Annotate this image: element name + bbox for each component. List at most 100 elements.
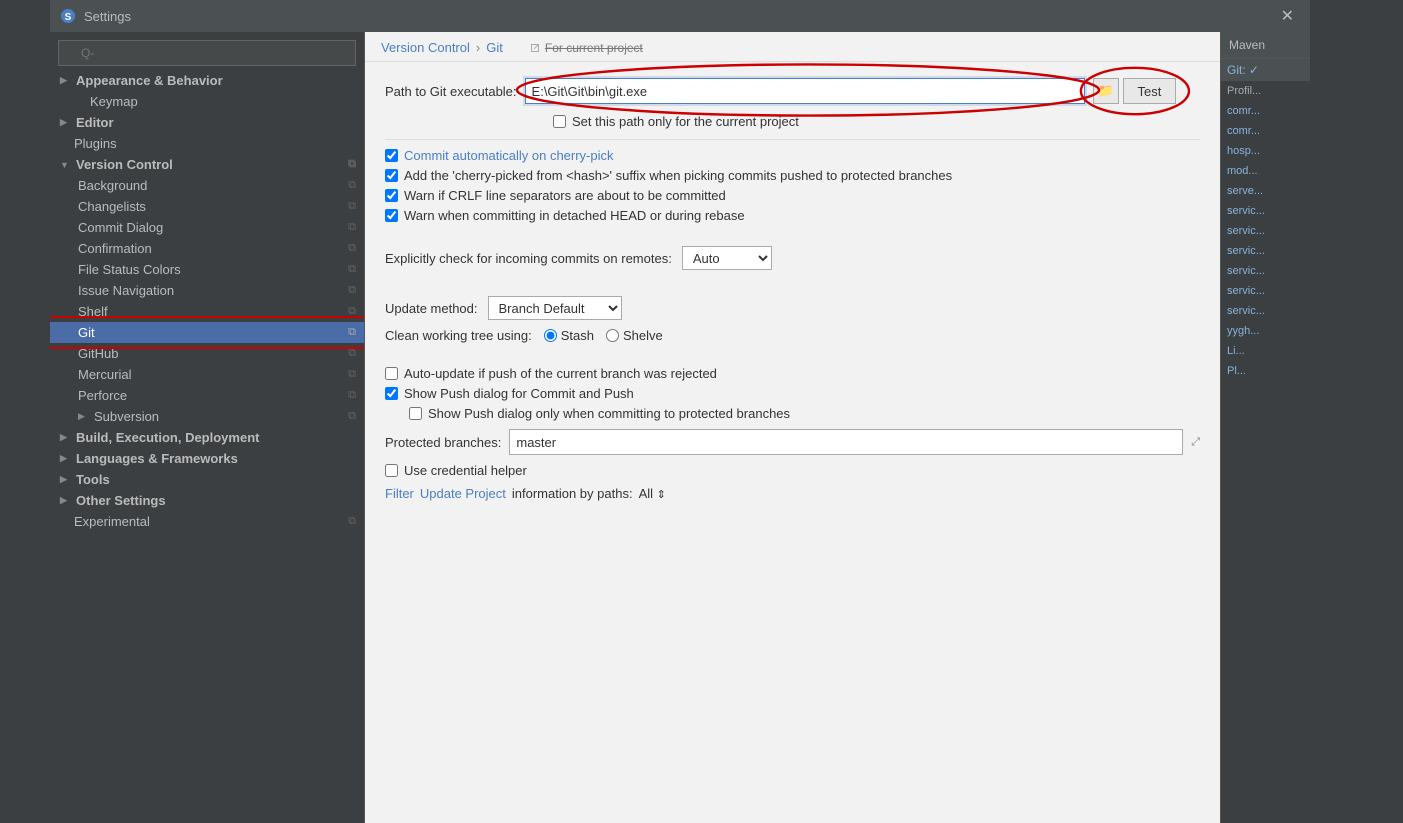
maven-item-li[interactable]: Li... [1221,341,1310,361]
dialog-body: 🔍 ▶ Appearance & Behavior ▶ Keymap ▶ Edi… [50,32,1310,823]
cherry-pick-checkbox[interactable] [385,149,398,162]
sidebar-item-editor[interactable]: ▶ Editor [50,112,364,133]
maven-item-servi4[interactable]: servic... [1221,261,1310,281]
sidebar-item-experimental[interactable]: Experimental ⧉ [50,511,364,532]
expand-arrow: ▶ [60,474,74,485]
sidebar-item-version-control[interactable]: ▼ Version Control ⧉ [50,154,364,175]
filter-link[interactable]: Filter [385,486,414,501]
maven-item-servi6[interactable]: servic... [1221,301,1310,321]
path-input[interactable] [525,78,1085,104]
stash-radio-label: Stash [544,328,594,343]
sidebar-item-label: Tools [76,472,110,487]
breadcrumb-parent[interactable]: Version Control [381,40,470,55]
copy-icon: ⧉ [348,368,356,381]
checkbox-group-3: Use credential helper [385,463,1200,478]
expand-arrow: ▶ [60,453,74,464]
settings-icon: S [60,8,76,24]
sidebar-item-label: Plugins [74,136,117,151]
copy-icon: ⧉ [348,179,356,192]
clean-working-tree-label: Clean working tree using: [385,328,532,343]
sidebar-item-label: File Status Colors [78,262,181,277]
update-method-select[interactable]: Branch Default Merge Rebase [488,296,622,320]
maven-item-serve[interactable]: serve... [1221,181,1310,201]
show-push-protected-checkbox[interactable] [409,407,422,420]
maven-title: Maven [1229,38,1265,52]
link-label: For current project [545,41,643,55]
auto-update-checkbox[interactable] [385,367,398,380]
maven-item-hosp[interactable]: hosp... [1221,141,1310,161]
filter-chevron[interactable]: ⇕ [657,489,666,501]
show-push-protected-row: Show Push dialog only when committing to… [409,406,1200,421]
link-icon [529,42,541,54]
git-status-label: Git: ✓ [1221,59,1310,81]
maven-item-comr2[interactable]: comr... [1221,121,1310,141]
maven-item-servi3[interactable]: servic... [1221,241,1310,261]
sidebar-item-keymap[interactable]: ▶ Keymap [50,91,364,112]
copy-icon: ⧉ [348,389,356,402]
sidebar-item-commit-dialog[interactable]: Commit Dialog ⧉ [50,217,364,238]
maven-item-yygh[interactable]: yygh... [1221,321,1310,341]
credential-helper-checkbox[interactable] [385,464,398,477]
set-path-checkbox[interactable] [553,115,566,128]
protected-branches-row: Protected branches: ⤢ [385,429,1200,455]
close-button[interactable]: ✕ [1275,4,1300,28]
sidebar-item-appearance-behavior[interactable]: ▶ Appearance & Behavior [50,70,364,91]
sidebar-item-label: GitHub [78,346,118,361]
update-method-row: Update method: Branch Default Merge Reba… [385,296,1200,320]
sidebar-item-label: Git [78,325,95,340]
expand-input-icon[interactable]: ⤢ [1191,436,1200,449]
sidebar-item-subversion[interactable]: ▶ Subversion ⧉ [50,406,364,427]
sidebar-item-plugins[interactable]: Plugins [50,133,364,154]
shelve-radio[interactable] [606,329,619,342]
spacer2 [385,278,1200,288]
filter-value: All ⇕ [639,486,666,501]
maven-item-pl[interactable]: Pl... [1221,361,1310,381]
sidebar-item-issue-navigation[interactable]: Issue Navigation ⧉ [50,280,364,301]
detached-head-label: Warn when committing in detached HEAD or… [404,208,745,223]
sidebar-item-file-status-colors[interactable]: File Status Colors ⧉ [50,259,364,280]
maven-item-comr1[interactable]: comr... [1221,101,1310,121]
credential-helper-label: Use credential helper [404,463,527,478]
sidebar-item-tools[interactable]: ▶ Tools [50,469,364,490]
path-label: Path to Git executable: [385,84,517,99]
set-path-checkbox-row: Set this path only for the current proje… [553,114,1200,129]
for-current-project-link[interactable]: For current project [529,41,643,55]
protected-branches-input[interactable] [509,429,1183,455]
credential-helper-row: Use credential helper [385,463,1200,478]
breadcrumb-current: Git [486,40,503,55]
crlf-checkbox[interactable] [385,189,398,202]
sidebar-item-languages-frameworks[interactable]: ▶ Languages & Frameworks [50,448,364,469]
crlf-label: Warn if CRLF line separators are about t… [404,188,726,203]
copy-icon: ⧉ [348,410,356,423]
sidebar-item-build-execution[interactable]: ▶ Build, Execution, Deployment [50,427,364,448]
maven-item-profiles[interactable]: Profil... [1221,81,1310,101]
sidebar-item-other-settings[interactable]: ▶ Other Settings [50,490,364,511]
stash-radio[interactable] [544,329,557,342]
copy-icon: ⧉ [348,284,356,297]
sidebar-item-git[interactable]: Git ⧉ [50,322,364,343]
maven-item-servi5[interactable]: servic... [1221,281,1310,301]
sidebar-item-perforce[interactable]: Perforce ⧉ [50,385,364,406]
maven-item-mod[interactable]: mod... [1221,161,1310,181]
sidebar-item-confirmation[interactable]: Confirmation ⧉ [50,238,364,259]
sidebar-item-background[interactable]: Background ⧉ [50,175,364,196]
spacer3 [385,351,1200,361]
show-push-dialog-checkbox[interactable] [385,387,398,400]
sidebar-item-label: Other Settings [76,493,166,508]
sidebar-item-changelists[interactable]: Changelists ⧉ [50,196,364,217]
folder-button[interactable]: 📁 [1093,78,1119,104]
cherry-pick-suffix-checkbox[interactable] [385,169,398,182]
filter-update-label: Update Project [420,486,506,501]
detached-head-checkbox[interactable] [385,209,398,222]
expand-arrow: ▶ [60,495,74,506]
sidebar-item-label: Commit Dialog [78,220,163,235]
search-input[interactable] [58,40,356,66]
sidebar-item-mercurial[interactable]: Mercurial ⧉ [50,364,364,385]
cherry-pick-suffix-row: Add the 'cherry-picked from <hash>' suff… [385,168,1200,183]
sidebar-item-github[interactable]: GitHub ⧉ [50,343,364,364]
test-button[interactable]: Test [1123,78,1177,104]
maven-item-servi1[interactable]: servic... [1221,201,1310,221]
maven-item-servi2[interactable]: servic... [1221,221,1310,241]
sidebar-item-shelf[interactable]: Shelf ⧉ [50,301,364,322]
incoming-commits-select[interactable]: Auto Always Never [682,246,772,270]
